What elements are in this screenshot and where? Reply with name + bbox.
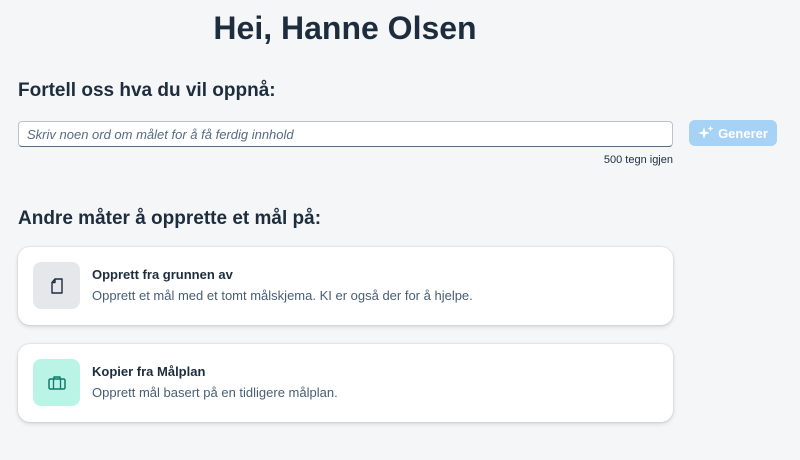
- generate-button[interactable]: Generer: [689, 120, 777, 146]
- blank-document-icon: [33, 262, 80, 309]
- create-from-scratch-card[interactable]: Opprett fra grunnen av Opprett et mål me…: [18, 247, 673, 325]
- goal-prompt-heading: Fortell oss hva du vil oppnå:: [18, 80, 276, 101]
- goal-description-input[interactable]: [18, 121, 673, 147]
- card-title: Kopier fra Målplan: [92, 364, 206, 379]
- generate-button-label: Generer: [718, 125, 768, 141]
- card-description: Opprett mål basert på en tidligere målpl…: [92, 385, 338, 400]
- briefcase-icon: [33, 359, 80, 406]
- sparkle-icon: [698, 125, 714, 141]
- character-counter: 500 tegn igjen: [603, 154, 673, 166]
- page-title: Hei, Hanne Olsen: [213, 10, 477, 46]
- card-title: Opprett fra grunnen av: [92, 267, 233, 282]
- card-description: Opprett et mål med et tomt målskjema. KI…: [92, 288, 473, 303]
- alternatives-heading: Andre måter å opprette et mål på:: [18, 208, 322, 229]
- copy-from-goal-plan-card[interactable]: Kopier fra Målplan Opprett mål basert på…: [18, 344, 673, 422]
